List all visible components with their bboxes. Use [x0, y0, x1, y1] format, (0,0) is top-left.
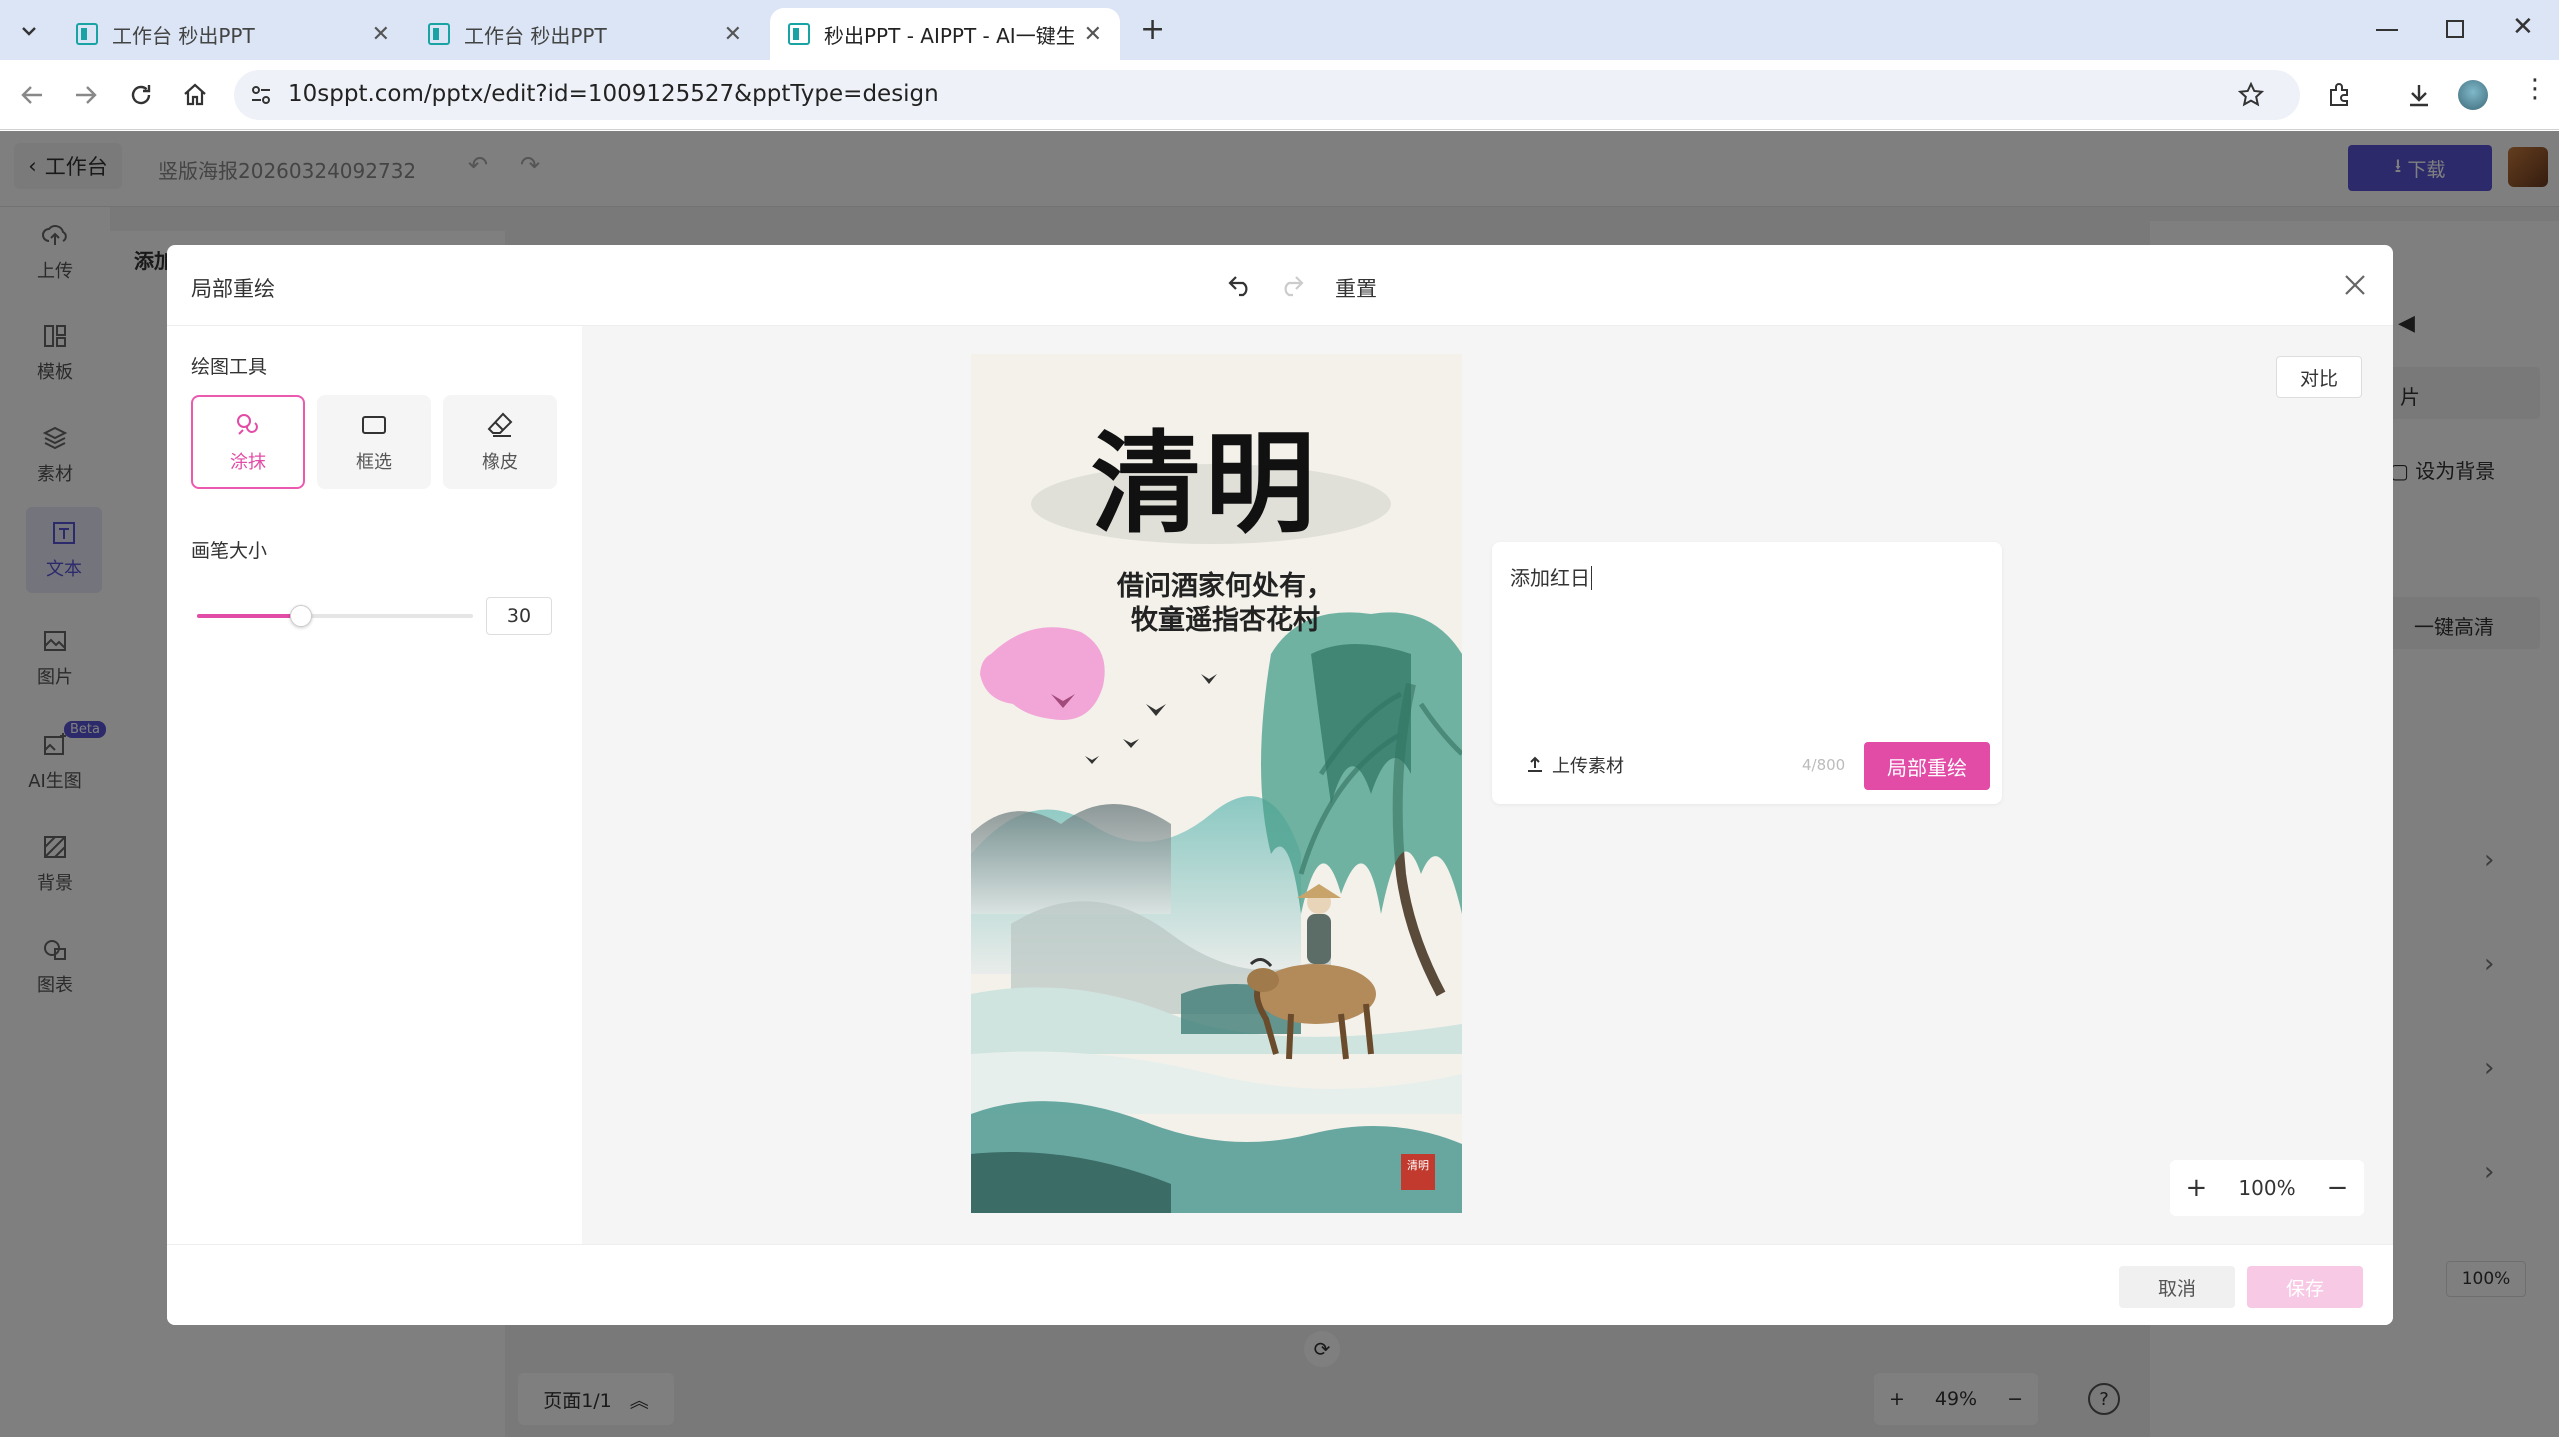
tab-editor[interactable]: 秒出PPT - AIPPT - AI一键生成 ✕	[770, 8, 1120, 60]
profile-avatar[interactable]	[2458, 80, 2488, 110]
tool-eraser-button[interactable]: 橡皮	[443, 395, 557, 489]
url-text[interactable]: 10sppt.com/pptx/edit?id=1009125527&pptTy…	[288, 81, 939, 107]
tool-label: 橡皮	[482, 452, 518, 473]
brush-size-label: 画笔大小	[191, 540, 268, 562]
prompt-input[interactable]: 添加红日	[1510, 562, 1592, 591]
close-icon[interactable]: ✕	[1084, 22, 1102, 47]
modal-footer: 取消 保存	[167, 1244, 2393, 1325]
prompt-text: 添加红日	[1510, 566, 1590, 590]
close-icon[interactable]	[2343, 273, 2367, 297]
extensions-icon[interactable]	[2326, 82, 2352, 108]
restore-icon[interactable]	[2446, 20, 2464, 38]
modal-tool-panel: 绘图工具 涂抹 框选 橡皮 画笔大小 30	[167, 326, 582, 1244]
char-count: 4/800	[1802, 756, 1846, 774]
tab-workspace-1[interactable]: 工作台 秒出PPT ✕	[58, 8, 408, 60]
chevron-down-icon	[22, 27, 36, 36]
window-close-icon[interactable]: ✕	[2512, 12, 2534, 42]
minimize-icon[interactable]	[2376, 29, 2398, 31]
zoom-out-icon[interactable]: −	[2327, 1173, 2349, 1203]
site-favicon-icon	[76, 23, 98, 45]
site-favicon-icon	[428, 23, 450, 45]
modal-title: 局部重绘	[191, 277, 275, 301]
zoom-value: 100%	[2238, 1176, 2296, 1200]
poem-line-2: 牧童遥指杏花村	[1131, 605, 1320, 636]
upload-material-button[interactable]: 上传素材	[1526, 752, 1624, 778]
prompt-card: 添加红日 上传素材 4/800 局部重绘	[1492, 542, 2002, 804]
home-icon[interactable]	[182, 82, 208, 108]
tab-title: 秒出PPT - AIPPT - AI一键生成	[824, 23, 1074, 48]
browser-tab-bar: 工作台 秒出PPT ✕ 工作台 秒出PPT ✕ 秒出PPT - AIPPT - …	[0, 0, 2559, 60]
tab-title: 工作台 秒出PPT	[464, 23, 607, 48]
inpaint-modal: 局部重绘 重置 绘图工具 涂抹 框选 橡皮 画笔大小 30 对比 清明 借问酒家…	[167, 245, 2393, 1325]
brush-size-slider[interactable]	[197, 605, 473, 627]
tab-title: 工作台 秒出PPT	[112, 23, 255, 48]
upload-label: 上传素材	[1552, 756, 1624, 777]
save-button[interactable]: 保存	[2247, 1266, 2363, 1308]
site-favicon-icon	[788, 23, 810, 45]
zoom-in-icon[interactable]: +	[2186, 1173, 2208, 1203]
browser-toolbar: 10sppt.com/pptx/edit?id=1009125527&pptTy…	[0, 60, 2559, 130]
brush-icon	[237, 414, 258, 435]
browser-menu-icon[interactable]: ⋮	[2522, 76, 2548, 102]
site-info-icon[interactable]	[250, 84, 272, 106]
tool-rectangle-button[interactable]: 框选	[317, 395, 431, 489]
rectangle-icon	[362, 416, 386, 434]
modal-zoom-control: + 100% −	[2170, 1160, 2364, 1216]
text-cursor	[1591, 566, 1592, 590]
tools-label: 绘图工具	[191, 356, 268, 378]
forward-arrow-icon[interactable]	[74, 84, 98, 106]
modal-header: 局部重绘 重置	[167, 245, 2393, 326]
seal-stamp: 清明	[1407, 1159, 1429, 1172]
address-bar[interactable]: 10sppt.com/pptx/edit?id=1009125527&pptTy…	[234, 70, 2300, 120]
compare-button[interactable]: 对比	[2276, 356, 2362, 398]
cancel-button[interactable]: 取消	[2119, 1266, 2235, 1308]
close-icon[interactable]: ✕	[372, 22, 390, 47]
brush-size-input[interactable]: 30	[486, 597, 552, 635]
new-tab-plus-icon[interactable]: +	[1140, 12, 1165, 47]
download-icon[interactable]	[2406, 82, 2432, 108]
poster-title: 清明	[1091, 419, 1319, 548]
upload-icon	[1528, 756, 1542, 772]
repaint-button[interactable]: 局部重绘	[1864, 742, 1990, 790]
tool-label: 涂抹	[230, 452, 266, 473]
close-icon[interactable]: ✕	[724, 22, 742, 47]
tab-search-button[interactable]	[14, 16, 44, 46]
eraser-icon	[487, 412, 513, 437]
tab-workspace-2[interactable]: 工作台 秒出PPT ✕	[410, 8, 760, 60]
slider-handle[interactable]	[290, 605, 312, 627]
reload-icon[interactable]	[128, 82, 154, 108]
reset-button[interactable]: 重置	[1335, 273, 1377, 303]
tool-brush-button[interactable]: 涂抹	[191, 395, 305, 489]
poster-image[interactable]: 清明 借问酒家何处有， 牧童遥指杏花村 清明	[971, 354, 1462, 1213]
slider-fill	[197, 614, 301, 618]
modal-canvas: 对比 清明 借问酒家何处有， 牧童遥指杏花村 清明 添加红日 上传素材 4/80…	[582, 326, 2393, 1244]
tool-label: 框选	[356, 452, 392, 473]
back-arrow-icon[interactable]	[20, 84, 44, 106]
undo-icon[interactable]	[1227, 273, 1253, 297]
bookmark-star-icon[interactable]	[2238, 82, 2264, 108]
redo-icon[interactable]	[1279, 273, 1305, 297]
